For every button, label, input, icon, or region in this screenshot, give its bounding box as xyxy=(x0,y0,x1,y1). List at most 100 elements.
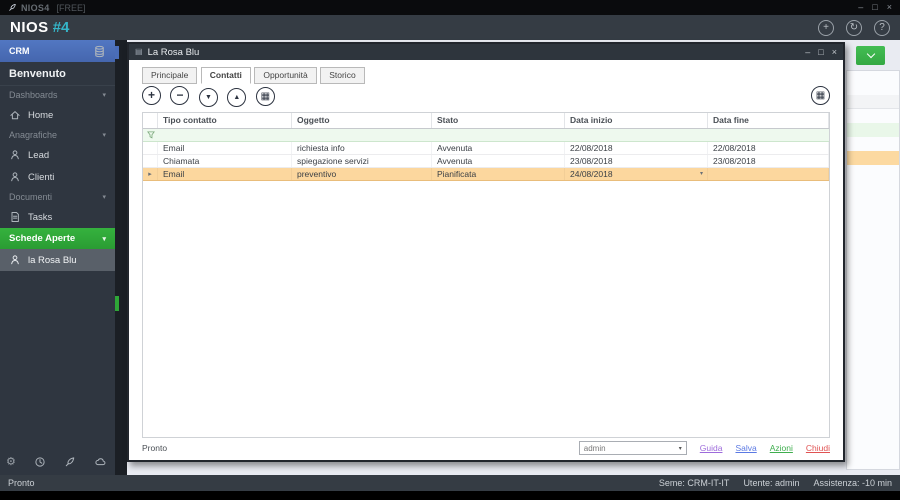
card-icon: ▤ xyxy=(135,47,143,56)
assistenza-label: Assistenza: -10 min xyxy=(813,478,892,488)
sidebar-item-home[interactable]: Home xyxy=(0,104,115,126)
column-header[interactable]: Data fine xyxy=(708,113,829,128)
status-text: Pronto xyxy=(8,478,35,488)
sidebar-item-label: Tasks xyxy=(28,211,53,223)
grid-view-button[interactable]: ▦ xyxy=(255,87,275,106)
tab-storico[interactable]: Storico xyxy=(320,67,365,84)
table-row[interactable]: Email richiesta info Avvenuta 22/08/2018… xyxy=(143,142,829,155)
add-record-button[interactable]: + xyxy=(142,86,161,105)
toolbar: + − ▼ ▲ ▦ ▦ xyxy=(142,86,830,107)
cell-tipo-contatto[interactable]: Email xyxy=(158,168,292,180)
row-pointer-icon: ▸ xyxy=(148,170,152,178)
tab-opportunita[interactable]: Opportunità xyxy=(254,67,317,84)
cell-value: 24/08/2018 xyxy=(570,169,613,179)
background-list xyxy=(846,70,900,470)
add-button[interactable]: + xyxy=(818,19,834,36)
arrow-up-button[interactable]: ▲ xyxy=(227,88,247,107)
record-window: ▤ La Rosa Blu – □ × Principale Contatti … xyxy=(127,42,845,462)
help-button[interactable]: ? xyxy=(874,19,890,36)
sidebar-item-label: Lead xyxy=(28,149,50,161)
column-header[interactable]: Stato xyxy=(432,113,565,128)
cell-data-inizio[interactable]: 22/08/2018 xyxy=(565,142,708,154)
background-list-row xyxy=(847,95,899,109)
cell-oggetto[interactable]: spiegazione servizi xyxy=(292,155,432,167)
sidebar-module-crm[interactable]: CRM xyxy=(0,40,115,62)
filter-cell[interactable] xyxy=(292,129,432,141)
column-header[interactable]: Oggetto xyxy=(292,113,432,128)
calendar-button[interactable]: ▦ xyxy=(811,86,830,105)
remove-record-button[interactable]: − xyxy=(170,86,190,105)
arrow-down-button[interactable]: ▼ xyxy=(198,88,218,107)
sidebar-footer: ⚙ xyxy=(0,452,115,472)
chevron-down-icon: ▾ xyxy=(102,194,106,201)
cell-oggetto[interactable]: richiesta info xyxy=(292,142,432,154)
cell-tipo-contatto[interactable]: Email xyxy=(158,142,292,154)
row-indicator: ▸ xyxy=(143,168,158,180)
guida-link[interactable]: Guida xyxy=(700,443,723,453)
azioni-link[interactable]: Azioni xyxy=(770,443,793,453)
filter-cell[interactable] xyxy=(432,129,565,141)
sidebar-item-label: Clienti xyxy=(28,171,55,183)
sidebar-item-clienti[interactable]: Clienti xyxy=(0,166,115,188)
row-indicator-header xyxy=(143,113,158,128)
filter-cell[interactable] xyxy=(158,129,292,141)
cell-stato[interactable]: Pianificata xyxy=(432,168,565,180)
cell-data-inizio[interactable]: 24/08/2018 ▾ xyxy=(565,168,708,180)
user-select-value: admin xyxy=(583,443,606,453)
utente-label: Utente: admin xyxy=(743,478,800,488)
sync-icon[interactable]: ↻ xyxy=(846,19,862,36)
os-minimize-button[interactable]: – xyxy=(858,3,863,12)
section-label: Documenti xyxy=(9,192,53,202)
cell-oggetto[interactable]: preventivo xyxy=(292,168,432,180)
column-header[interactable]: Tipo contatto xyxy=(158,113,292,128)
sidebar-item-tasks[interactable]: Tasks xyxy=(0,206,115,228)
chevron-down-icon[interactable]: ▾ xyxy=(700,168,703,180)
tab-strip: Principale Contatti Opportunità Storico xyxy=(142,65,830,84)
tab-principale[interactable]: Principale xyxy=(142,67,198,84)
background-list-row xyxy=(847,109,899,123)
filter-cell[interactable] xyxy=(708,129,829,141)
tab-contatti[interactable]: Contatti xyxy=(200,67,251,84)
cell-stato[interactable]: Avvenuta xyxy=(432,142,565,154)
cloud-icon[interactable] xyxy=(94,456,107,468)
sidebar-welcome[interactable]: Benvenuto xyxy=(0,62,115,86)
background-sliver xyxy=(115,296,119,311)
window-titlebar[interactable]: ▤ La Rosa Blu – □ × xyxy=(129,44,843,60)
background-list-row xyxy=(847,137,899,151)
cell-tipo-contatto[interactable]: Chiamata xyxy=(158,155,292,167)
table-row[interactable]: Chiamata spiegazione servizi Avvenuta 23… xyxy=(143,155,829,168)
sidebar-item-la-rosa-blu[interactable]: la Rosa Blu xyxy=(0,249,115,271)
background-list-row xyxy=(847,151,899,165)
user-select[interactable]: admin ▾ xyxy=(578,441,687,455)
chevron-down-icon: ▾ xyxy=(102,235,106,243)
salva-link[interactable]: Salva xyxy=(735,443,756,453)
cell-data-fine[interactable]: 22/08/2018 xyxy=(708,142,829,154)
background-action-button[interactable] xyxy=(856,46,885,65)
chevron-down-icon: ▾ xyxy=(102,92,106,99)
os-close-button[interactable]: × xyxy=(887,3,892,12)
gear-icon[interactable]: ⚙ xyxy=(6,456,16,468)
window-maximize-button[interactable]: □ xyxy=(818,47,823,57)
window-minimize-button[interactable]: – xyxy=(805,47,810,57)
rocket-icon xyxy=(9,4,16,11)
cell-data-fine[interactable] xyxy=(708,168,829,180)
sidebar-section-schede-aperte[interactable]: Schede Aperte ▾ xyxy=(0,228,115,249)
filter-cell[interactable] xyxy=(565,129,708,141)
sidebar-section-dashboards[interactable]: Dashboards ▾ xyxy=(0,86,115,104)
chiudi-link[interactable]: Chiudi xyxy=(806,443,830,453)
rocket-icon[interactable] xyxy=(64,456,76,468)
cell-data-fine[interactable]: 23/08/2018 xyxy=(708,155,829,167)
sidebar-section-documenti[interactable]: Documenti ▾ xyxy=(0,188,115,206)
window-close-button[interactable]: × xyxy=(832,47,837,57)
table-row-selected[interactable]: ▸ Email preventivo Pianificata 24/08/201… xyxy=(143,168,829,181)
home-icon xyxy=(10,111,20,120)
os-maximize-button[interactable]: □ xyxy=(872,3,877,12)
cell-stato[interactable]: Avvenuta xyxy=(432,155,565,167)
sidebar-item-lead[interactable]: Lead xyxy=(0,144,115,166)
column-header[interactable]: Data inizio xyxy=(565,113,708,128)
row-indicator xyxy=(143,155,158,167)
clock-icon[interactable] xyxy=(34,456,46,468)
sidebar-section-anagrafiche[interactable]: Anagrafiche ▾ xyxy=(0,126,115,144)
cell-data-inizio[interactable]: 23/08/2018 xyxy=(565,155,708,167)
filter-row[interactable] xyxy=(143,129,829,142)
